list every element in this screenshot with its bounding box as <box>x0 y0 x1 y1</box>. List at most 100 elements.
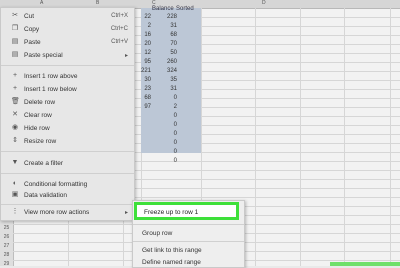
menu-item-delete-row[interactable]: 🗑 Delete row <box>1 96 134 109</box>
sorted-cell[interactable]: 0 <box>163 122 177 128</box>
menu-item-insert-row-above[interactable]: + Insert 1 row above <box>1 70 134 83</box>
menu-item-cut[interactable]: ✂ Cut Ctrl+X <box>1 10 134 23</box>
sorted-cell[interactable]: 50 <box>163 50 177 56</box>
menu-divider <box>1 204 134 205</box>
row-number[interactable]: 26 <box>0 234 13 240</box>
menu-item-label: Hide row <box>24 125 50 132</box>
balance-cell[interactable]: 16 <box>137 32 151 38</box>
balance-cell[interactable]: 23 <box>137 86 151 92</box>
balance-cell[interactable]: 20 <box>137 41 151 47</box>
balance-cell[interactable]: 12 <box>137 50 151 56</box>
row-number[interactable]: 25 <box>0 225 13 231</box>
scissors-icon: ✂ <box>12 12 18 19</box>
menu-item-shortcut: Ctrl+C <box>110 26 128 32</box>
menu-divider <box>1 173 134 174</box>
sorted-cell[interactable]: 31 <box>163 86 177 92</box>
freeze-label: Freeze up to row 1 <box>144 209 199 216</box>
copy-icon: ❐ <box>11 25 19 32</box>
column-header-d[interactable]: D <box>262 0 266 6</box>
grid-line <box>255 8 256 266</box>
chevron-right-icon: ▸ <box>124 210 128 216</box>
menu-item-data-validation[interactable]: ▣ Data validation <box>1 189 134 202</box>
menu-item-paste-special[interactable]: ▤ Paste special ▸ <box>1 49 134 62</box>
sorted-cell[interactable]: 70 <box>163 41 177 47</box>
submenu-item-group-row[interactable]: Group row <box>142 230 172 237</box>
sorted-cell[interactable]: 31 <box>163 23 177 29</box>
column-header-a[interactable]: A <box>40 0 43 6</box>
sorted-cell[interactable]: 0 <box>163 140 177 146</box>
balance-cell[interactable]: 30 <box>137 77 151 83</box>
paste-icon: ▤ <box>11 38 19 45</box>
accent-bar <box>330 262 400 266</box>
column-header-b[interactable]: B <box>96 0 99 6</box>
menu-item-label: Paste special <box>24 52 63 59</box>
plus-icon: + <box>12 85 18 92</box>
menu-item-hide-row[interactable]: ◉ Hide row <box>1 122 134 135</box>
eye-off-icon: ◉ <box>11 124 19 131</box>
sorted-cell[interactable]: 260 <box>163 59 177 65</box>
row-context-menu: ✂ Cut Ctrl+X ❐ Copy Ctrl+C ▤ Paste Ctrl+… <box>0 7 135 221</box>
sorted-cell[interactable]: 0 <box>163 95 177 101</box>
menu-item-resize-row[interactable]: ⇕ Resize row <box>1 135 134 148</box>
submenu-item-get-link[interactable]: Get link to this range <box>142 247 202 254</box>
grid-line <box>300 8 301 266</box>
balance-cell[interactable]: 22 <box>137 14 151 20</box>
sorted-cell[interactable]: 0 <box>163 113 177 119</box>
menu-item-label: Cut <box>24 13 35 20</box>
row-number[interactable]: 29 <box>0 261 13 267</box>
grid-line <box>344 8 345 266</box>
menu-item-create-filter[interactable]: ▼ Create a filter <box>1 157 134 170</box>
row-number[interactable]: 28 <box>0 252 13 258</box>
sorted-header[interactable]: Sorted <box>176 6 194 12</box>
submenu-item-define-named-range[interactable]: Define named range <box>142 259 201 266</box>
balance-cell[interactable]: 2 <box>137 23 151 29</box>
sorted-cell[interactable]: 2 <box>163 104 177 110</box>
sorted-cell[interactable]: 228 <box>163 14 177 20</box>
menu-item-label: Resize row <box>24 138 57 145</box>
menu-divider <box>1 151 134 152</box>
chevron-right-icon: ▸ <box>124 53 128 59</box>
freeze-up-to-row-1-item[interactable]: Freeze up to row 1 <box>134 202 239 220</box>
menu-item-copy[interactable]: ❐ Copy Ctrl+C <box>1 23 134 36</box>
plus-icon: + <box>12 72 18 79</box>
resize-icon: ⇕ <box>12 137 18 144</box>
menu-divider <box>133 241 244 242</box>
menu-item-label: Copy <box>24 26 40 33</box>
menu-item-label: Create a filter <box>24 160 64 167</box>
menu-item-insert-row-below[interactable]: + Insert 1 row below <box>1 83 134 96</box>
sorted-cell[interactable]: 324 <box>163 68 177 74</box>
sorted-cell[interactable]: 35 <box>163 77 177 83</box>
sorted-cell[interactable]: 0 <box>163 149 177 155</box>
menu-item-paste[interactable]: ▤ Paste Ctrl+V <box>1 36 134 49</box>
menu-item-label: Insert 1 row above <box>24 73 78 80</box>
menu-item-label: Insert 1 row below <box>24 86 77 93</box>
balance-cell[interactable]: 95 <box>137 59 151 65</box>
menu-item-label: Delete row <box>24 99 56 106</box>
menu-item-label: Paste <box>24 39 41 46</box>
menu-item-view-more-row-actions[interactable]: ⋮ View more row actions ▸ <box>1 206 134 219</box>
menu-item-label: Clear row <box>24 112 52 119</box>
validation-icon: ▣ <box>11 191 19 198</box>
balance-cell[interactable]: 68 <box>137 95 151 101</box>
row-number[interactable]: 27 <box>0 243 13 249</box>
menu-item-shortcut: Ctrl+V <box>111 39 128 45</box>
menu-item-shortcut: Ctrl+X <box>111 13 128 19</box>
balance-cell[interactable]: 97 <box>137 104 151 110</box>
menu-item-label: Data validation <box>24 192 67 199</box>
sorted-cell[interactable]: 0 <box>163 158 177 164</box>
menu-divider <box>133 224 244 225</box>
menu-item-clear-row[interactable]: ✕ Clear row <box>1 109 134 122</box>
sorted-cell[interactable]: 68 <box>163 32 177 38</box>
balance-cell[interactable]: 221 <box>137 68 151 74</box>
sorted-cell[interactable]: 0 <box>163 131 177 137</box>
menu-item-label: Conditional formatting <box>24 181 88 188</box>
menu-item-label: View more row actions <box>24 209 90 216</box>
close-icon: ✕ <box>12 111 18 118</box>
grid-line <box>390 8 391 266</box>
trash-icon: 🗑 <box>11 98 20 105</box>
balance-header[interactable]: Balance <box>152 6 174 12</box>
filter-icon: ▼ <box>11 159 19 166</box>
paste-special-icon: ▤ <box>11 51 19 58</box>
more-vert-icon: ⋮ <box>11 208 19 215</box>
menu-divider <box>1 65 134 66</box>
